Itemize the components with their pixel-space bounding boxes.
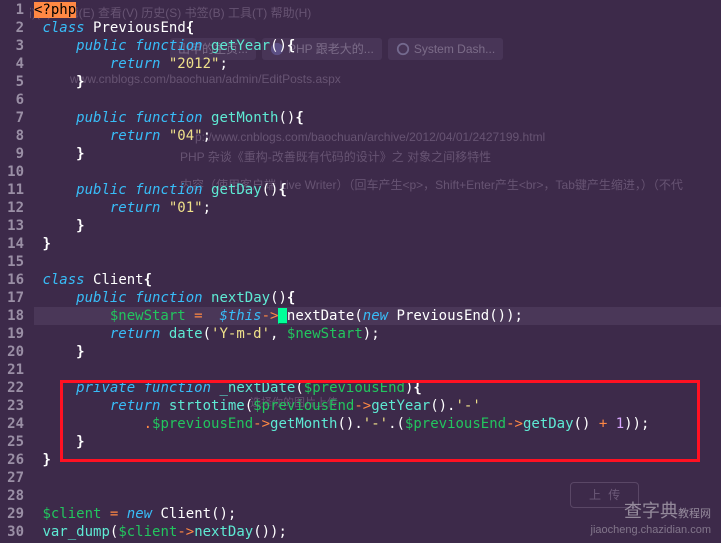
code-line: class PreviousEnd{ [34, 19, 721, 37]
line-number-gutter: 12345 678910 1112131415 1617181920 21222… [0, 0, 30, 543]
code-line [34, 469, 721, 487]
code-line [34, 253, 721, 271]
code-line [34, 487, 721, 505]
watermark-domain: jiaocheng.chazidian.com [591, 521, 711, 539]
code-editor[interactable]: 12345 678910 1112131415 1617181920 21222… [0, 0, 721, 543]
code-line: public function nextDay(){ [34, 289, 721, 307]
code-line: return strtotime($previousEnd->getYear()… [34, 397, 721, 415]
code-line: return "2012"; [34, 55, 721, 73]
code-line: return "01"; [34, 199, 721, 217]
code-line: } [34, 433, 721, 451]
code-line: } [34, 145, 721, 163]
code-line [34, 163, 721, 181]
code-line: public function getYear(){ [34, 37, 721, 55]
code-line-active: $newStart = $this->_nextDate(new Previou… [34, 307, 721, 325]
code-area[interactable]: <?php class PreviousEnd{ public function… [30, 0, 721, 543]
code-line: } [34, 73, 721, 91]
code-line [34, 361, 721, 379]
code-line: .$previousEnd->getMonth().'-'.($previous… [34, 415, 721, 433]
code-line: public function getDay(){ [34, 181, 721, 199]
watermark-main: 查字典教程网 [624, 502, 711, 523]
code-line: } [34, 343, 721, 361]
code-line: class Client{ [34, 271, 721, 289]
code-line: } [34, 451, 721, 469]
code-line: } [34, 217, 721, 235]
code-line: } [34, 235, 721, 253]
code-line: return date('Y-m-d', $newStart); [34, 325, 721, 343]
code-line: private function _nextDate($previousEnd)… [34, 379, 721, 397]
code-line: <?php [34, 1, 721, 19]
cursor: _ [278, 308, 286, 324]
code-line [34, 91, 721, 109]
code-line: return "04"; [34, 127, 721, 145]
code-line: public function getMonth(){ [34, 109, 721, 127]
